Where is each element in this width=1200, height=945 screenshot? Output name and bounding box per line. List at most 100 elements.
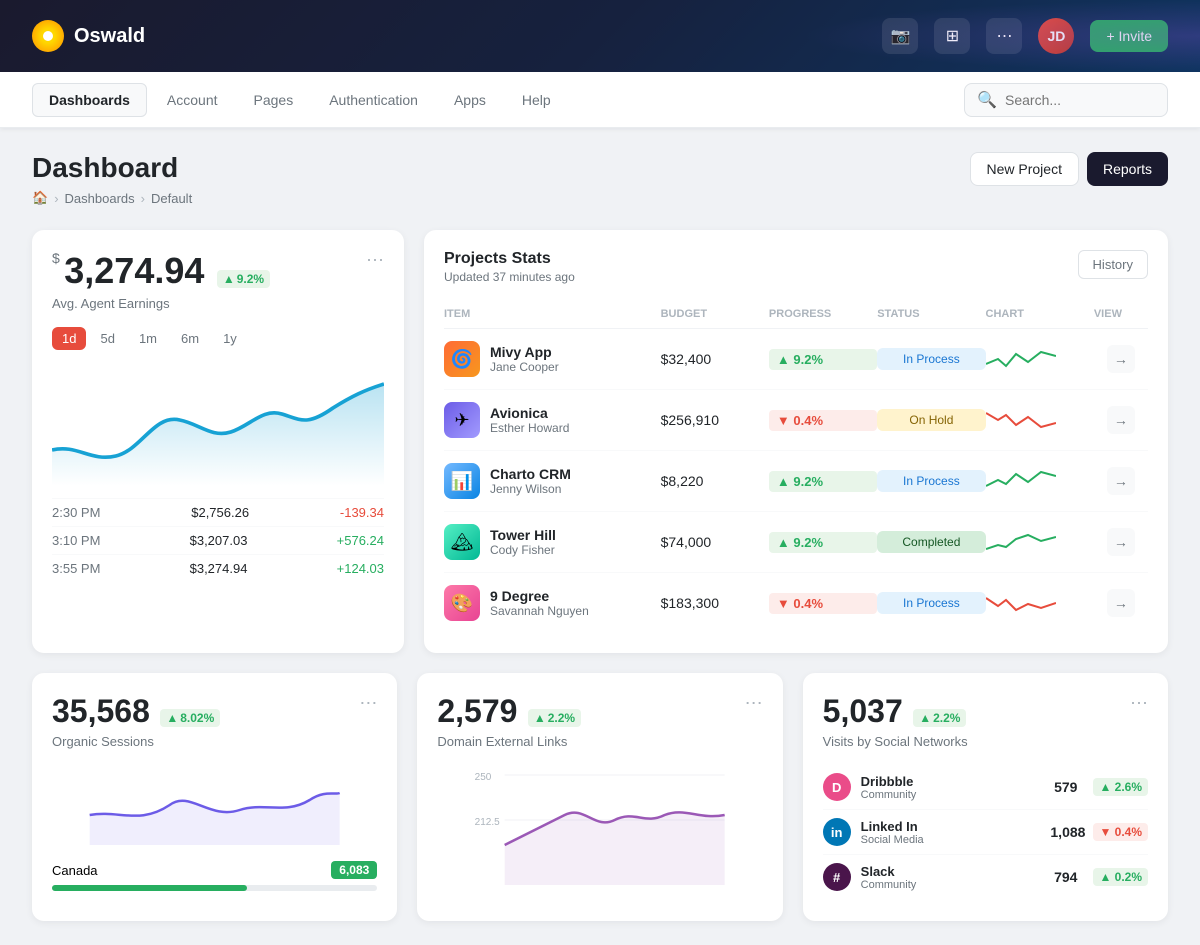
projects-updated: Updated 37 minutes ago — [444, 270, 575, 284]
earnings-value: 3,274.94 — [64, 250, 204, 291]
nav-right: 📷 ⊞ ⋯ JD + Invite — [882, 18, 1168, 54]
project-row-charto: 📊 Charto CRM Jenny Wilson $8,220 ▲ 9.2% … — [444, 451, 1148, 512]
share-icon-btn[interactable]: ⋯ — [986, 18, 1022, 54]
invite-button[interactable]: + Invite — [1090, 20, 1168, 52]
earnings-more-icon[interactable]: ⋯ — [366, 250, 384, 271]
project-icon: 🌀 — [444, 341, 480, 377]
social-label: Visits by Social Networks — [823, 734, 1148, 749]
svg-text:250: 250 — [475, 772, 492, 783]
project-item: 🌀 Mivy App Jane Cooper — [444, 341, 661, 377]
social-value: 5,037 — [823, 693, 903, 729]
slack-icon: # — [823, 863, 851, 891]
social-more-icon[interactable]: ⋯ — [1130, 693, 1148, 714]
sparkline-avionica — [986, 405, 1056, 435]
time-filter-6m[interactable]: 6m — [171, 327, 209, 350]
sparkline-mivy — [986, 344, 1056, 374]
dribbble-icon: D — [823, 773, 851, 801]
nav-item-account[interactable]: Account — [151, 84, 234, 116]
nav-item-authentication[interactable]: Authentication — [313, 84, 434, 116]
view-btn-9degree[interactable]: → — [1107, 589, 1135, 617]
view-btn-charto[interactable]: → — [1107, 467, 1135, 495]
time-filter-1y[interactable]: 1y — [213, 327, 247, 350]
view-btn-tower[interactable]: → — [1107, 528, 1135, 556]
time-filter-1m[interactable]: 1m — [129, 327, 167, 350]
time-filter-1d[interactable]: 1d — [52, 327, 86, 350]
top-cards-grid: $ 3,274.94 ▲ 9.2% ⋯ Avg. Agent Earnings … — [32, 230, 1168, 653]
camera-icon-btn[interactable]: 📷 — [882, 18, 918, 54]
nav-item-apps[interactable]: Apps — [438, 84, 502, 116]
breadcrumb-dashboards[interactable]: Dashboards — [65, 191, 135, 206]
linkedin-icon: in — [823, 818, 851, 846]
projects-header: Projects Stats Updated 37 minutes ago Hi… — [444, 250, 1148, 284]
earnings-chart — [52, 366, 384, 486]
earnings-row: 2:30 PM $2,756.26 -139.34 — [52, 498, 384, 526]
time-filter-5d[interactable]: 5d — [90, 327, 124, 350]
social-row-linkedin: in Linked In Social Media 1,088 ▼ 0.4% — [823, 810, 1148, 855]
history-button[interactable]: History — [1078, 250, 1148, 279]
organic-badge: ▲ 8.02% — [160, 709, 220, 727]
social-row-slack: # Slack Community 794 ▲ 0.2% — [823, 855, 1148, 899]
project-item: 🎨 9 Degree Savannah Nguyen — [444, 585, 661, 621]
reports-button[interactable]: Reports — [1087, 152, 1168, 186]
search-area[interactable]: 🔍 — [964, 83, 1168, 117]
grid-icon-btn[interactable]: ⊞ — [934, 18, 970, 54]
projects-title-area: Projects Stats Updated 37 minutes ago — [444, 250, 575, 284]
nav-item-pages[interactable]: Pages — [238, 84, 310, 116]
view-btn-avionica[interactable]: → — [1107, 406, 1135, 434]
sparkline-tower — [986, 527, 1056, 557]
new-project-button[interactable]: New Project — [970, 152, 1079, 186]
logo-area[interactable]: Oswald — [32, 20, 145, 52]
sparkline-9degree — [986, 588, 1056, 618]
page-header-left: Dashboard 🏠 › Dashboards › Default — [32, 152, 192, 206]
earnings-row: 3:10 PM $3,207.03 +576.24 — [52, 526, 384, 554]
organic-sessions-card: 35,568 ▲ 8.02% ⋯ Organic Sessions Canada… — [32, 673, 397, 921]
linkedin-badge: ▼ 0.4% — [1093, 823, 1148, 841]
geo-row: Canada 6,083 — [52, 861, 377, 879]
nav-item-help[interactable]: Help — [506, 84, 567, 116]
social-rows: D Dribbble Community 579 ▲ 2.6% in — [823, 765, 1148, 899]
projects-card: Projects Stats Updated 37 minutes ago Hi… — [424, 230, 1168, 653]
earnings-label: Avg. Agent Earnings — [52, 296, 384, 311]
project-item: 🏔 Tower Hill Cody Fisher — [444, 524, 661, 560]
project-row-mivy: 🌀 Mivy App Jane Cooper $32,400 ▲ 9.2% In… — [444, 329, 1148, 390]
project-row-avionica: ✈ Avionica Esther Howard $256,910 ▼ 0.4%… — [444, 390, 1148, 451]
project-item: ✈ Avionica Esther Howard — [444, 402, 661, 438]
project-row-tower: 🏔 Tower Hill Cody Fisher $74,000 ▲ 9.2% … — [444, 512, 1148, 573]
project-icon: ✈ — [444, 402, 480, 438]
breadcrumb-home-icon: 🏠 — [32, 190, 48, 206]
project-icon: 🏔 — [444, 524, 480, 560]
sparkline-charto — [986, 466, 1056, 496]
earnings-card: $ 3,274.94 ▲ 9.2% ⋯ Avg. Agent Earnings … — [32, 230, 404, 653]
project-row-9degree: 🎨 9 Degree Savannah Nguyen $183,300 ▼ 0.… — [444, 573, 1148, 633]
logo-icon — [32, 20, 64, 52]
projects-title: Projects Stats — [444, 250, 575, 268]
links-value: 2,579 — [437, 693, 517, 729]
page-title: Dashboard — [32, 152, 192, 184]
view-btn-mivy[interactable]: → — [1107, 345, 1135, 373]
external-links-card: 2,579 ▲ 2.2% ⋯ Domain External Links 250… — [417, 673, 782, 921]
search-icon: 🔍 — [977, 90, 997, 110]
links-chart: 250 212.5 — [437, 765, 762, 885]
project-icon: 📊 — [444, 463, 480, 499]
top-navigation: Oswald 📷 ⊞ ⋯ JD + Invite — [0, 0, 1200, 72]
organic-more-icon[interactable]: ⋯ — [359, 693, 377, 714]
logo-text: Oswald — [74, 25, 145, 48]
project-item: 📊 Charto CRM Jenny Wilson — [444, 463, 661, 499]
social-badge: ▲ 2.2% — [913, 709, 966, 727]
geo-country: Canada — [52, 863, 98, 878]
organic-chart — [52, 765, 377, 845]
earnings-badge: ▲ 9.2% — [217, 270, 270, 288]
organic-value: 35,568 — [52, 693, 150, 729]
social-row-dribbble: D Dribbble Community 579 ▲ 2.6% — [823, 765, 1148, 810]
geo-count: 6,083 — [331, 861, 377, 879]
page-actions: New Project Reports — [970, 152, 1169, 186]
geo-bar-container — [52, 885, 377, 891]
secondary-navigation: Dashboards Account Pages Authentication … — [0, 72, 1200, 128]
links-badge: ▲ 2.2% — [528, 709, 581, 727]
links-more-icon[interactable]: ⋯ — [745, 693, 763, 714]
breadcrumb: 🏠 › Dashboards › Default — [32, 190, 192, 206]
nav-item-dashboards[interactable]: Dashboards — [32, 83, 147, 117]
organic-label: Organic Sessions — [52, 734, 377, 749]
search-input[interactable] — [1005, 92, 1155, 108]
user-avatar[interactable]: JD — [1038, 18, 1074, 54]
